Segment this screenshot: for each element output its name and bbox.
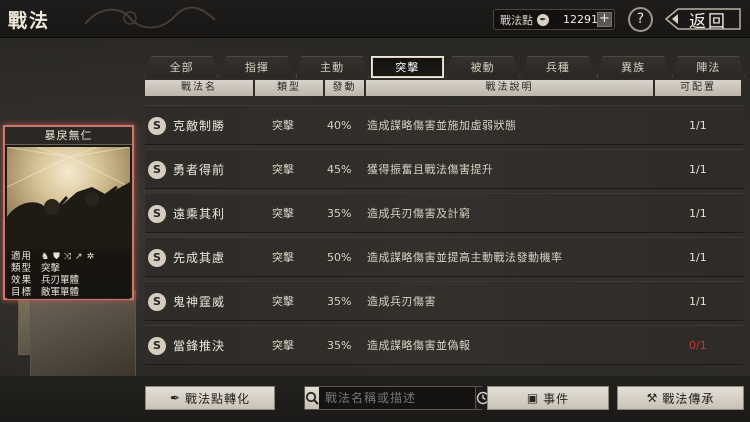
event-scroll-icon: ▣ (526, 391, 540, 405)
grade-badge: S (148, 337, 166, 355)
tactic-trigger-rate: 45% (327, 163, 352, 176)
tactic-available-count: 0/1 (689, 339, 707, 352)
search-input[interactable] (319, 387, 475, 409)
shield-icon: ⛊ (53, 252, 60, 262)
tactic-card[interactable]: 暴戾無仁 適用 ♞ ⛊ ⤨ ↗ ✲ 類型 突擊 效果 兵刃單體 目標 敵軍單體 (3, 125, 134, 300)
horse-icon: ♞ (41, 252, 50, 262)
type-value: 突擊 (41, 263, 61, 274)
tactic-type: 突擊 (272, 295, 294, 308)
tactic-available-count: 1/1 (689, 251, 707, 264)
events-label: 事件 (543, 391, 570, 406)
table-row[interactable]: S 鬼神霆威 突擊 35% 造成兵刃傷害 1/1 (145, 281, 743, 321)
quill-icon: ✒ (169, 391, 182, 405)
tactic-points-label: 戰法點 (500, 13, 533, 27)
target-value: 敵軍單體 (41, 287, 80, 298)
grade-badge: S (148, 117, 166, 135)
add-points-button[interactable]: + (597, 12, 612, 27)
column-header-trigger[interactable]: 發動 (325, 80, 364, 96)
tactic-name: 先成其慮 (173, 251, 226, 265)
tactic-list: S 克敵制勝 突擊 40% 造成謀略傷害並施加虛弱狀態 1/1 S 勇者得前 突擊 45% 獲得振奮… (145, 105, 743, 369)
tactic-description: 獲得振奮且戰法傷害提升 (367, 163, 494, 176)
grade-badge: S (148, 205, 166, 223)
convert-points-label: 戰法點轉化 (185, 391, 251, 406)
back-label: 返回 (689, 11, 727, 32)
tab-2[interactable]: 主動 (296, 56, 369, 78)
type-label: 類型 (11, 263, 33, 274)
column-header-type[interactable]: 類型 (255, 80, 323, 96)
target-label: 目標 (11, 287, 33, 298)
table-header: 戰法名 類型 發動 戰法說明 可配置 (145, 80, 743, 96)
tactic-trigger-rate: 50% (327, 251, 352, 264)
tactic-inherit-button[interactable]: ⚒ 戰法傳承 (617, 386, 744, 410)
tactic-name: 遠乘其利 (173, 207, 226, 221)
tactic-trigger-rate: 35% (327, 207, 352, 220)
tactic-available-count: 1/1 (689, 295, 707, 308)
tactic-name: 勇者得前 (173, 163, 226, 177)
unit-type-icons: ♞ ⛊ ⤨ ↗ ✲ (41, 251, 94, 263)
tactic-description: 造成兵刃傷害及計窮 (367, 207, 471, 220)
help-button[interactable]: ? (628, 7, 653, 32)
card-title: 暴戾無仁 (5, 127, 132, 145)
tactic-available-count: 1/1 (689, 119, 707, 132)
tactic-name: 克敵制勝 (173, 119, 226, 133)
tactic-available-count: 1/1 (689, 163, 707, 176)
grade-badge: S (148, 161, 166, 179)
search-icon[interactable] (305, 387, 319, 409)
card-stack-back (30, 290, 136, 378)
tactic-points-value: 12291 (563, 13, 598, 26)
tactic-points-display: 戰法點 ✒ 12291 + (493, 9, 615, 30)
tab-7[interactable]: 陣法 (672, 56, 745, 78)
page-title: 戰法 (8, 10, 51, 32)
hammer-icon: ⚒ (646, 391, 659, 405)
back-button[interactable]: 返回 (664, 6, 744, 32)
bow-icon: ⤨ (63, 252, 72, 262)
tab-5[interactable]: 兵種 (521, 56, 594, 78)
events-button[interactable]: ▣ 事件 (487, 386, 609, 410)
card-info-panel: 適用 ♞ ⛊ ⤨ ↗ ✲ 類型 突擊 效果 兵刃單體 目標 敵軍單體 (7, 249, 130, 299)
top-bar: 戰法 戰法點 ✒ 12291 + ? 返回 (0, 0, 750, 38)
search-bar (304, 386, 490, 410)
tactic-description: 造成謀略傷害並施加虛弱狀態 (367, 119, 517, 132)
tactic-name: 鬼神霆威 (173, 295, 226, 309)
tactic-trigger-rate: 40% (327, 119, 352, 132)
use-label: 適用 (11, 251, 33, 262)
table-row[interactable]: S 當鋒推決 突擊 35% 造成謀略傷害並偽報 0/1 (145, 325, 743, 365)
column-header-description: 戰法說明 (366, 80, 653, 96)
category-tabs: 全部 指揮 主動 突擊 被動 兵種 異族 陣法 (145, 56, 745, 78)
tab-3[interactable]: 突擊 (370, 56, 444, 78)
table-row[interactable]: S 克敵制勝 突擊 40% 造成謀略傷害並施加虛弱狀態 1/1 (145, 105, 743, 145)
tactic-type: 突擊 (272, 119, 294, 132)
tactic-type: 突擊 (272, 339, 294, 352)
cloud-ornament-icon (84, 6, 216, 29)
convert-points-button[interactable]: ✒ 戰法點轉化 (145, 386, 275, 410)
tactic-trigger-rate: 35% (327, 339, 352, 352)
tab-1[interactable]: 指揮 (220, 56, 293, 78)
tactic-available-count: 1/1 (689, 207, 707, 220)
tactic-type: 突擊 (272, 163, 294, 176)
tactic-name: 當鋒推決 (173, 339, 226, 353)
tactic-description: 造成謀略傷害並提高主動戰法發動機率 (367, 251, 563, 264)
column-header-available[interactable]: 可配置 (655, 80, 741, 96)
grade-badge: S (148, 249, 166, 267)
wheel-icon: ✲ (86, 252, 95, 262)
table-row[interactable]: S 先成其慮 突擊 50% 造成謀略傷害並提高主動戰法發動機率 1/1 (145, 237, 743, 277)
tab-6[interactable]: 異族 (597, 56, 670, 78)
tab-4[interactable]: 被動 (446, 56, 519, 78)
quill-icon: ✒ (537, 13, 549, 26)
tactic-trigger-rate: 35% (327, 295, 352, 308)
effect-value: 兵刃單體 (41, 275, 80, 286)
tactic-inherit-label: 戰法傳承 (662, 391, 715, 406)
column-header-name[interactable]: 戰法名 (145, 80, 253, 96)
tactic-type: 突擊 (272, 251, 294, 264)
grade-badge: S (148, 293, 166, 311)
tab-0[interactable]: 全部 (145, 56, 218, 78)
table-row[interactable]: S 遠乘其利 突擊 35% 造成兵刃傷害及計窮 1/1 (145, 193, 743, 233)
table-row[interactable]: S 勇者得前 突擊 45% 獲得振奮且戰法傷害提升 1/1 (145, 149, 743, 189)
effect-label: 效果 (11, 275, 33, 286)
spear-icon: ↗ (75, 252, 83, 262)
tactic-description: 造成兵刃傷害 (367, 295, 436, 308)
tactic-description: 造成謀略傷害並偽報 (367, 339, 471, 352)
tactic-type: 突擊 (272, 207, 294, 220)
